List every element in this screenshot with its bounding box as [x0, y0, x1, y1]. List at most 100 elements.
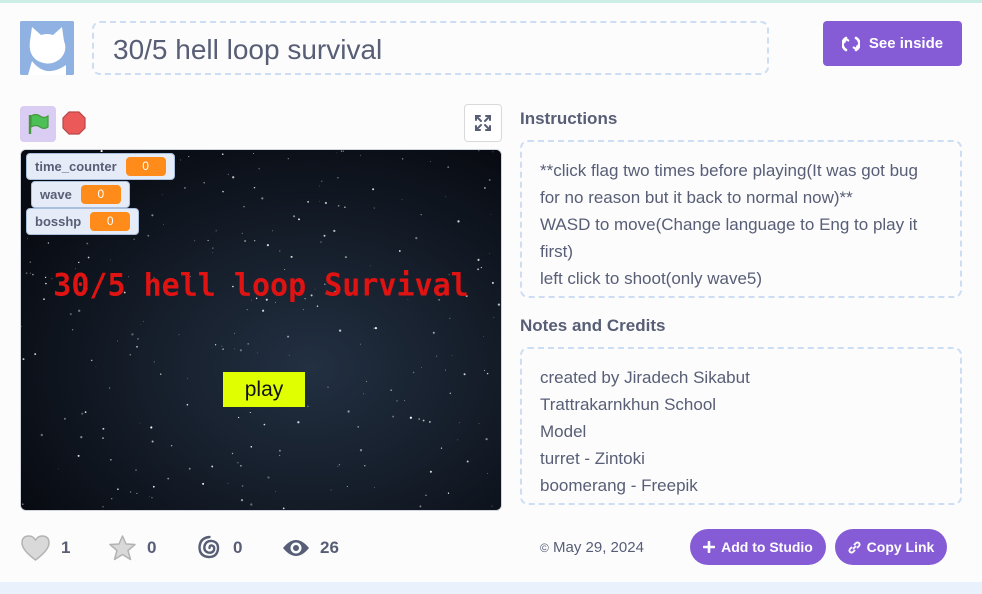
star-dot	[466, 460, 469, 463]
remix-count: 0	[233, 538, 243, 557]
play-button[interactable]: play	[223, 372, 305, 407]
monitor-wave[interactable]: wave 0	[31, 181, 130, 208]
star-dot	[69, 313, 72, 316]
star-dot	[478, 150, 480, 152]
star-dot	[364, 465, 366, 467]
monitor-bosshp[interactable]: bosshp 0	[26, 208, 140, 235]
notes-line: boomerang - Freepik	[540, 476, 698, 495]
star-dot	[287, 335, 290, 338]
star-dot	[486, 372, 489, 375]
plus-icon	[703, 541, 716, 553]
star-dot	[262, 309, 265, 312]
star-dot	[137, 338, 139, 340]
star-dot	[457, 220, 460, 223]
star-dot	[412, 371, 415, 374]
stop-button[interactable]	[62, 111, 86, 135]
star-dot	[267, 476, 270, 479]
project-stage[interactable]: time_counter 0 wave 0 bosshp 0 30/5 hell…	[20, 149, 502, 511]
notes-box[interactable]: created by Jiradech Sikabut Trattrakarnk…	[520, 347, 962, 505]
star-dot	[167, 477, 170, 480]
star-dot	[422, 419, 425, 422]
star-dot	[278, 449, 281, 452]
star-dot	[360, 154, 362, 156]
star-dot	[390, 389, 392, 391]
star-dot	[445, 196, 446, 198]
star-dot	[275, 491, 276, 492]
star-dot	[333, 229, 336, 233]
star-dot	[136, 492, 138, 494]
star-dot	[214, 344, 217, 346]
star-dot	[440, 447, 443, 449]
star-dot	[111, 498, 113, 500]
star-dot	[170, 444, 173, 447]
star-dot	[330, 489, 332, 491]
star-dot	[396, 400, 398, 402]
stop-icon	[62, 111, 86, 135]
notes-line: Trattrakarnkhun School	[540, 395, 717, 414]
monitor-value: 0	[80, 185, 121, 204]
star-dot	[288, 354, 290, 356]
scratch-cat-icon	[20, 21, 74, 75]
star-dot	[307, 405, 309, 408]
favorite-stat[interactable]: 0	[108, 532, 156, 564]
star-dot	[90, 359, 93, 362]
star-dot	[100, 150, 103, 153]
see-inside-button[interactable]: See inside	[823, 21, 962, 66]
star-dot	[246, 308, 248, 311]
star-dot	[492, 151, 494, 153]
star-dot	[179, 159, 181, 161]
star-dot	[188, 156, 190, 158]
green-flag-button[interactable]	[20, 106, 56, 142]
love-stat[interactable]: 1	[20, 532, 70, 564]
star-dot	[338, 329, 342, 332]
star-dot	[212, 252, 213, 253]
monitor-value: 0	[90, 212, 131, 231]
star-dot	[323, 234, 326, 237]
star-dot	[404, 400, 406, 402]
star-dot	[279, 454, 281, 456]
project-title-input[interactable]: 30/5 hell loop survival	[92, 21, 769, 75]
star-dot	[234, 332, 235, 334]
star-dot	[347, 410, 350, 413]
star-dot	[203, 181, 205, 184]
star-dot	[110, 259, 112, 261]
star-dot	[359, 449, 363, 452]
star-dot	[149, 495, 150, 497]
star-dot	[409, 416, 413, 419]
star-dot	[222, 348, 225, 351]
star-dot	[463, 373, 466, 376]
copy-link-button[interactable]: Copy Link	[835, 529, 947, 565]
star-dot	[102, 506, 104, 508]
star-dot	[488, 178, 491, 182]
star-dot	[420, 213, 422, 216]
star-dot	[336, 152, 337, 154]
star-dot	[147, 234, 150, 237]
star-dot	[240, 464, 242, 467]
star-dot	[215, 230, 217, 232]
star-dot	[373, 327, 375, 329]
fullscreen-icon	[475, 115, 491, 131]
add-to-studio-button[interactable]: Add to Studio	[690, 529, 826, 565]
star-dot	[451, 355, 453, 357]
star-dot	[188, 467, 191, 470]
star-dot	[302, 309, 304, 311]
eye-icon	[283, 540, 309, 556]
share-date-text: May 29, 2024	[553, 539, 644, 556]
star-dot	[40, 433, 43, 437]
star-dot	[139, 422, 141, 424]
star-dot	[57, 468, 59, 470]
monitor-label: time_counter	[35, 159, 117, 174]
fullscreen-button[interactable]	[464, 104, 502, 142]
star-dot	[227, 482, 229, 484]
author-avatar[interactable]	[20, 21, 74, 75]
star-dot	[430, 160, 431, 162]
monitor-time-counter[interactable]: time_counter 0	[26, 153, 175, 180]
star-dot	[153, 361, 155, 363]
star-dot	[247, 342, 250, 345]
star-dot	[163, 224, 164, 225]
game-title-text: 30/5 hell loop Survival	[53, 267, 469, 304]
star-dot	[344, 206, 346, 208]
instructions-box[interactable]: **click flag two times before playing(It…	[520, 140, 962, 298]
star-dot	[477, 258, 480, 261]
star-dot	[78, 261, 80, 264]
